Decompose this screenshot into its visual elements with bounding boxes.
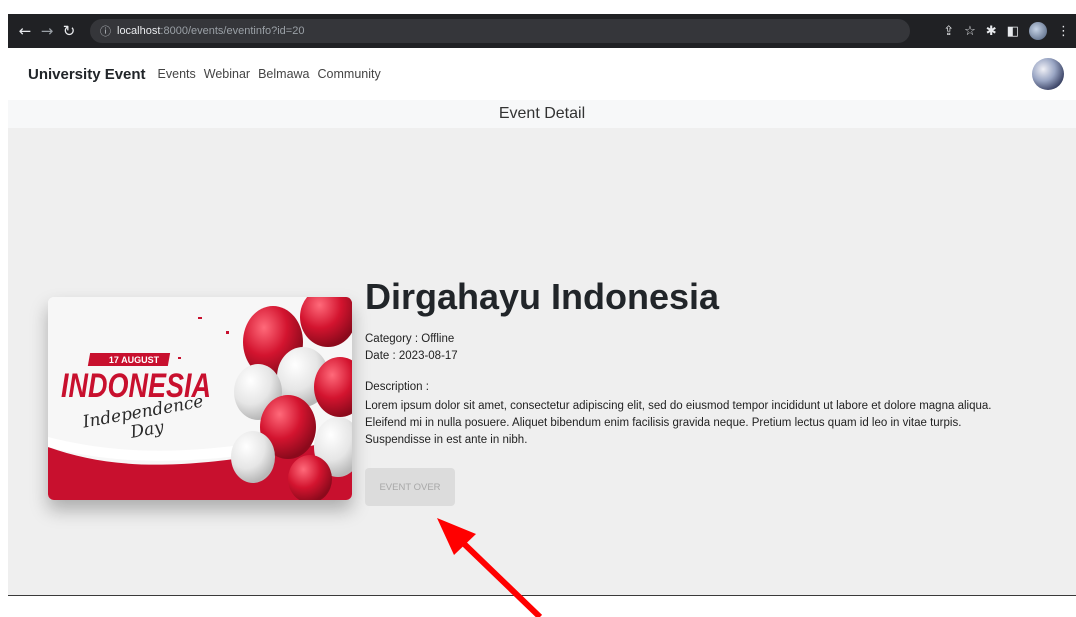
event-date: Date : 2023-08-17 [365, 350, 458, 362]
extensions-icon[interactable]: ✱ [986, 24, 997, 39]
nav-link-community[interactable]: Community [318, 67, 381, 81]
screenshot: ← → ↻ ⓘ localhost :8000/events/eventinfo… [0, 0, 1076, 617]
event-banner-image: 17 AUGUST INDONESIA Independence Day [48, 297, 352, 500]
navbar: University Event Events Webinar Belmawa … [8, 48, 1076, 100]
browser-toolbar: ← → ↻ ⓘ localhost :8000/events/eventinfo… [8, 14, 1076, 48]
url-host: localhost [117, 25, 161, 37]
star-icon[interactable]: ☆ [964, 24, 976, 39]
divider [8, 595, 1076, 596]
forward-arrow-icon[interactable]: → [36, 22, 58, 40]
back-arrow-icon[interactable]: ← [14, 22, 36, 40]
banner-date-ribbon: 17 AUGUST [109, 355, 160, 365]
info-icon[interactable]: ⓘ [100, 23, 111, 39]
menu-icon[interactable]: ⋮ [1057, 24, 1070, 39]
sidepanel-icon[interactable]: ◧ [1007, 24, 1019, 39]
event-banner-graphic: 17 AUGUST INDONESIA Independence Day [48, 297, 352, 500]
share-icon[interactable]: ⇪ [943, 24, 954, 39]
url-path: :8000/events/eventinfo?id=20 [160, 25, 305, 37]
brand-link[interactable]: University Event [28, 66, 146, 83]
nav-link-belmawa[interactable]: Belmawa [258, 67, 309, 81]
event-category: Category : Offline [365, 333, 455, 345]
event-title: Dirgahayu Indonesia [365, 276, 720, 317]
address-bar[interactable]: ⓘ localhost :8000/events/eventinfo?id=20 [90, 19, 910, 43]
nav-link-webinar[interactable]: Webinar [204, 67, 250, 81]
nav-link-events[interactable]: Events [158, 67, 196, 81]
browser-actions: ⇪ ☆ ✱ ◧ ⋮ [943, 22, 1076, 40]
page: University Event Events Webinar Belmawa … [8, 48, 1076, 596]
avatar[interactable] [1032, 58, 1064, 90]
reload-icon[interactable]: ↻ [58, 22, 80, 40]
description-label: Description : [365, 381, 429, 393]
page-title: Event Detail [8, 100, 1076, 128]
event-over-button[interactable]: EVENT OVER [365, 468, 455, 506]
event-description: Lorem ipsum dolor sit amet, consectetur … [365, 400, 992, 446]
profile-icon[interactable] [1029, 22, 1047, 40]
